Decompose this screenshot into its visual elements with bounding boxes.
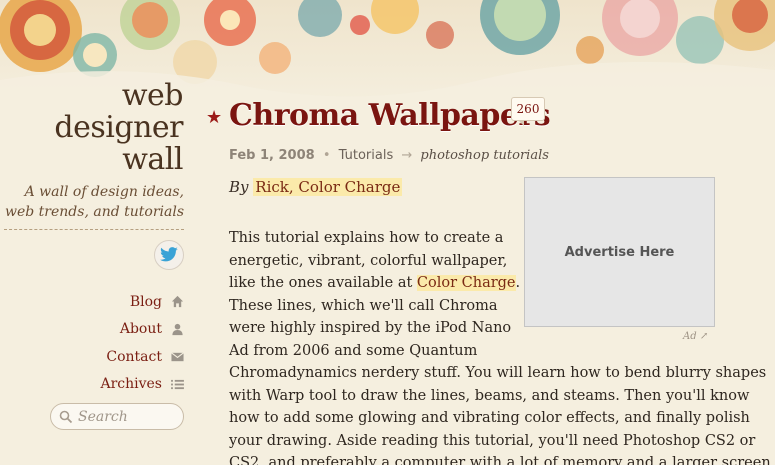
twitter-bird-icon	[160, 247, 178, 262]
body-line: energetic, vibrant, colorful wallpaper,	[229, 252, 508, 269]
nav-item-label: Blog	[129, 293, 162, 310]
post-category-link[interactable]: Tutorials	[339, 148, 394, 163]
list-icon	[170, 377, 184, 391]
body-line: how to add some glowing and vibrating co…	[229, 410, 750, 426]
mail-icon	[170, 350, 184, 364]
body-line: were highly inspired by the iPod Nano	[229, 320, 512, 336]
body-line: These lines, which we'll call Chroma	[229, 297, 498, 314]
meta-arrow: →	[401, 148, 413, 163]
color-charge-link[interactable]: Color Charge	[416, 275, 516, 291]
body-line: This tutorial explains how to create a	[229, 230, 504, 246]
nav-item-about[interactable]: About	[0, 316, 184, 344]
nav-item-archives[interactable]: Archives	[0, 371, 184, 399]
byline-prefix: By	[229, 178, 249, 196]
post-date: Feb 1, 2008	[229, 148, 315, 163]
body-line: Ad from 2006 and some Quantum	[229, 342, 478, 359]
site-logo[interactable]: web designer wall	[54, 80, 183, 176]
nav-item-contact[interactable]: Contact	[0, 343, 184, 371]
body-text-segment: like the ones available at	[229, 275, 417, 291]
post-tag-link[interactable]: photoshop tutorials	[420, 148, 549, 163]
post-body: This tutorial explains how to create a e…	[229, 227, 771, 465]
body-text-segment: .	[515, 275, 521, 291]
search-input[interactable]	[78, 408, 178, 425]
nav-item-label: Contact	[106, 348, 162, 365]
nav-item-label: Archives	[100, 376, 162, 393]
body-line: like the ones available at Color Charge.	[229, 272, 771, 295]
sidebar-nav: Blog About Contact Archives	[0, 288, 184, 398]
featured-star-icon: ★	[206, 107, 223, 128]
body-line: Chromadynamics nerdery stuff. You will l…	[229, 365, 767, 381]
post-title[interactable]: Chroma Wallpapers	[229, 98, 551, 133]
comment-count-badge[interactable]: 260	[511, 97, 545, 126]
nav-item-label: About	[119, 321, 162, 338]
logo-line-2: designer	[54, 110, 183, 145]
body-line: CS2, and preferably a computer with a lo…	[229, 455, 771, 465]
person-icon	[170, 322, 184, 336]
search-icon	[59, 410, 73, 423]
meta-separator: •	[322, 148, 331, 163]
body-line: your drawing. Aside reading this tutoria…	[229, 432, 756, 449]
logo-line-1: web	[121, 78, 184, 113]
nav-item-blog[interactable]: Blog	[0, 288, 184, 316]
post-meta: Feb 1, 2008 • Tutorials → photoshop tuto…	[229, 148, 549, 163]
home-icon	[170, 295, 184, 309]
sidebar-divider	[4, 229, 184, 230]
author-link[interactable]: Rick, Color Charge	[253, 178, 403, 196]
site-tagline: A wall of design ideas, web trends, and …	[5, 184, 184, 220]
twitter-button[interactable]	[154, 240, 184, 270]
post-byline: By Rick, Color Charge	[229, 178, 403, 196]
logo-line-3: wall	[122, 142, 183, 177]
search-box[interactable]	[50, 403, 184, 430]
body-line: with Warp tool to draw the lines, beams,…	[229, 387, 750, 404]
